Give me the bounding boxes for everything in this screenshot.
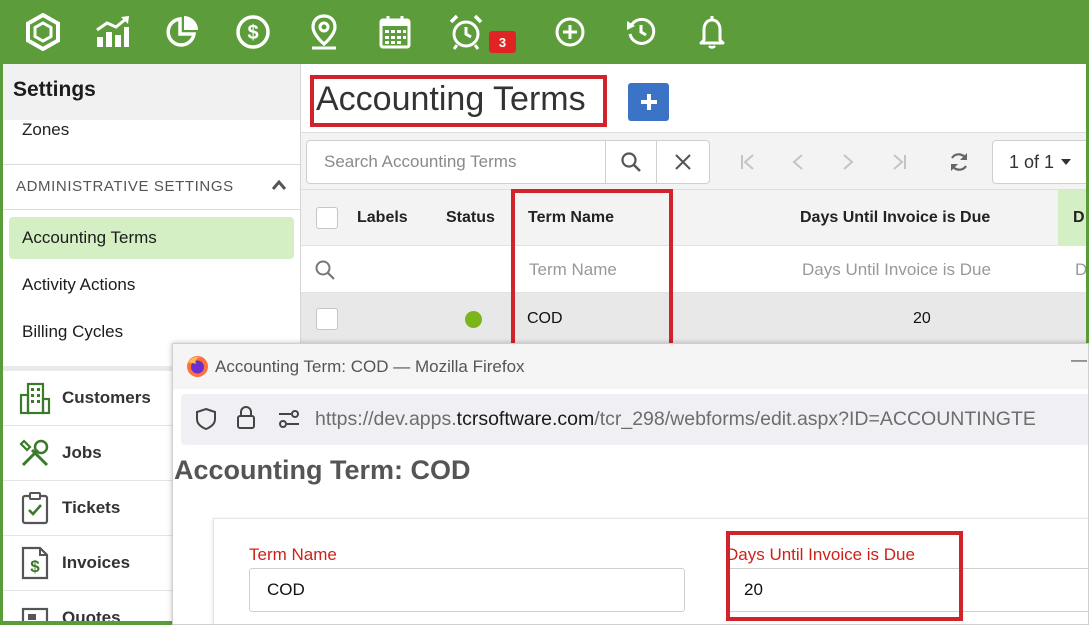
shield-icon[interactable] <box>195 407 217 431</box>
map-pin-icon[interactable] <box>305 13 343 51</box>
url-bar[interactable]: https://dev.apps.tcrsoftware.com/tcr_298… <box>181 394 1088 445</box>
url-domain: tcrsoftware.com <box>456 408 595 430</box>
url-path: /tcr_298/webforms/edit.aspx?ID=ACCOUNTIN… <box>594 408 1036 430</box>
term-name-field[interactable]: COD <box>249 568 685 612</box>
form-panel: Term Name COD Days Until Invoice is Due … <box>213 518 1088 624</box>
select-all-checkbox[interactable] <box>316 190 338 246</box>
sidebar-title: Settings <box>13 78 96 101</box>
divider <box>3 209 300 210</box>
firefox-logo-icon <box>186 355 209 378</box>
tools-icon <box>15 433 55 473</box>
column-status[interactable]: Status <box>446 190 495 246</box>
svg-text:$: $ <box>247 22 258 44</box>
close-icon <box>675 154 691 170</box>
nav-label: Tickets <box>62 498 121 517</box>
nav-label: Jobs <box>62 443 102 462</box>
clipboard-check-icon <box>15 488 55 528</box>
refresh-icon[interactable] <box>947 150 971 174</box>
permissions-icon[interactable] <box>277 409 301 429</box>
dollar-icon[interactable]: $ <box>234 13 272 51</box>
nav-label: Invoices <box>62 553 131 572</box>
quote-icon <box>15 598 55 621</box>
grid-filter-row: Term Name Days Until Invoice is Due D <box>301 246 1086 293</box>
alarm-count-badge: 3 <box>489 31 516 53</box>
svg-text:$: $ <box>30 557 40 576</box>
sidebar-item-activity-actions[interactable]: Activity Actions <box>9 264 294 306</box>
cell-term-name: COD <box>527 310 563 327</box>
clear-search-button[interactable] <box>656 140 710 184</box>
add-circle-icon[interactable] <box>551 13 589 51</box>
filter-days-due-input[interactable]: Days Until Invoice is Due <box>802 246 991 293</box>
section-header-administrative[interactable]: ADMINISTRATIVE SETTINGS <box>16 178 234 195</box>
building-icon <box>15 378 55 418</box>
invoice-dollar-icon: $ <box>15 543 55 583</box>
pie-chart-icon[interactable] <box>163 13 201 51</box>
minimize-button[interactable]: — <box>1071 352 1087 370</box>
firefox-popup-window: Accounting Term: COD — Mozilla Firefox —… <box>172 343 1089 625</box>
search-button[interactable] <box>605 140 657 184</box>
last-page-icon[interactable] <box>887 150 911 174</box>
form-heading: Accounting Term: COD <box>174 455 471 485</box>
column-next[interactable]: D <box>1073 190 1085 246</box>
add-button[interactable] <box>628 83 669 121</box>
next-page-icon[interactable] <box>836 150 860 174</box>
cell-days-due: 20 <box>913 310 931 327</box>
bell-icon[interactable] <box>693 13 731 51</box>
calendar-icon[interactable] <box>376 13 414 51</box>
window-titlebar: Accounting Term: COD — Mozilla Firefox — <box>173 344 1088 389</box>
top-navigation-bar: $ 3 <box>0 0 1089 64</box>
search-input[interactable]: Search Accounting Terms <box>306 140 606 184</box>
url-text[interactable]: https://dev.apps.tcrsoftware.com/tcr_298… <box>315 408 1036 431</box>
nav-label: Customers <box>62 388 151 407</box>
divider <box>3 164 300 165</box>
grid-toolbar: Search Accounting Terms 1 of 1 <box>301 132 1086 190</box>
plus-icon <box>640 94 657 110</box>
table-row[interactable]: COD 20 <box>301 293 1086 345</box>
column-term-name[interactable]: Term Name <box>528 190 614 246</box>
app-logo-icon[interactable] <box>24 13 62 51</box>
url-prefix: https://dev.apps. <box>315 408 457 430</box>
window-title: Accounting Term: COD — Mozilla Firefox <box>215 357 525 376</box>
previous-page-icon[interactable] <box>786 150 810 174</box>
status-indicator <box>465 293 482 345</box>
row-checkbox[interactable] <box>316 293 338 345</box>
column-days-due[interactable]: Days Until Invoice is Due <box>800 190 990 246</box>
lock-icon[interactable] <box>236 406 256 430</box>
nav-label: Quotes <box>62 608 121 621</box>
history-icon[interactable] <box>622 13 660 51</box>
caret-down-icon <box>1061 159 1072 165</box>
filter-term-name-input[interactable]: Term Name <box>529 246 617 293</box>
filter-next-input[interactable]: D <box>1075 246 1086 293</box>
column-labels[interactable]: Labels <box>357 190 408 246</box>
days-due-label: Days Until Invoice is Due <box>726 545 915 564</box>
page-select-label: 1 of 1 <box>1009 151 1055 172</box>
alarm-clock-icon[interactable] <box>447 13 485 51</box>
term-name-label: Term Name <box>249 545 337 564</box>
filter-search-icon <box>314 246 336 293</box>
days-due-field[interactable]: 20 <box>726 568 1088 612</box>
chart-icon[interactable] <box>93 13 131 51</box>
chevron-up-icon[interactable] <box>271 178 287 192</box>
first-page-icon[interactable] <box>736 150 760 174</box>
page-title: Accounting Terms <box>316 80 586 118</box>
sidebar-item-accounting-terms[interactable]: Accounting Terms <box>9 217 294 259</box>
search-icon <box>621 152 641 172</box>
sidebar-item-zones[interactable]: Zones <box>22 120 69 140</box>
grid-header: Labels Status Term Name Days Until Invoi… <box>301 190 1086 246</box>
page-select[interactable]: 1 of 1 <box>992 140 1086 184</box>
